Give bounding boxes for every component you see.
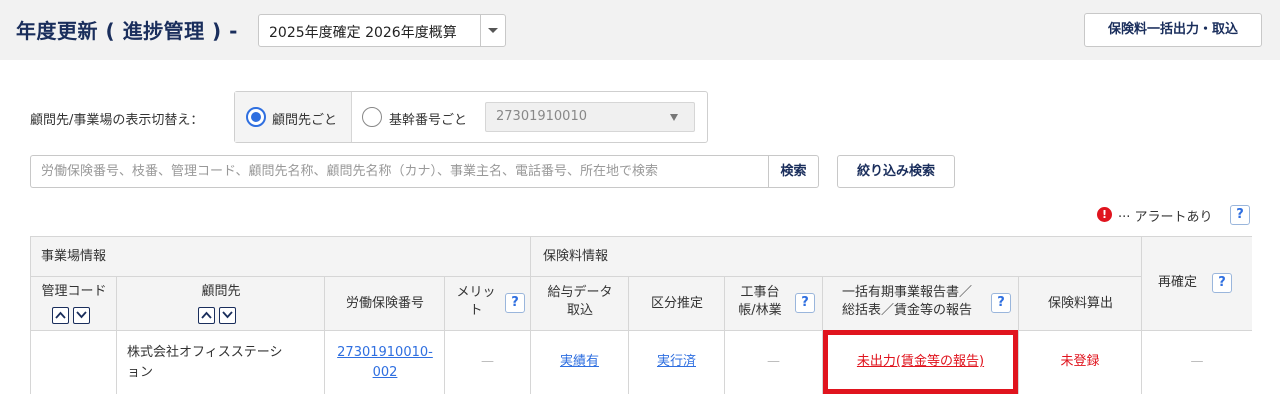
- premium-calc-status[interactable]: 未登録: [1060, 354, 1099, 369]
- chevron-down-icon: [222, 311, 233, 319]
- search-input[interactable]: [30, 155, 769, 188]
- labor-insurance-no-link-2[interactable]: 002: [325, 363, 445, 383]
- sort-desc-client-button[interactable]: [219, 307, 236, 324]
- display-switch-group: 顧問先ごと 基幹番号ごと 27301910010: [234, 91, 708, 143]
- chevron-up-icon: [201, 311, 212, 319]
- labor-insurance-no-link-1[interactable]: 27301910010-: [325, 343, 445, 363]
- alert-icon: !: [1097, 207, 1112, 222]
- header-client: 顧問先: [117, 277, 325, 331]
- cell-client: 株式会社オフィスステーシ ョン: [117, 331, 325, 394]
- sort-asc-admin-code-button[interactable]: [52, 307, 69, 324]
- header-report-label-2: 総括表／賃金等の報告: [841, 303, 972, 318]
- header-labor-insurance-no: 労働保険番号: [325, 277, 445, 331]
- sort-desc-admin-code-button[interactable]: [73, 307, 90, 324]
- group-header-premium-info: 保険料情報: [531, 237, 1142, 277]
- header-premium-calc-label: 保険料算出: [1047, 296, 1113, 311]
- chevron-up-icon: [55, 311, 66, 319]
- option-client[interactable]: 顧問先ごと: [235, 92, 352, 142]
- cell-client-name-2: ョン: [127, 365, 154, 380]
- cell-premium-calc: 未登録: [1019, 331, 1142, 394]
- header-category-estimate-label: 区分推定: [650, 296, 703, 311]
- caret-down-icon: [670, 114, 678, 121]
- sort-asc-client-button[interactable]: [198, 307, 215, 324]
- chevron-down-icon: [488, 28, 498, 33]
- cell-salary-data: 実績有: [531, 331, 629, 394]
- cell-reconfirm: —: [1142, 331, 1252, 394]
- page-header: 年度更新 ( 進捗管理 ) - 2025年度確定 2026年度概算 保険料一括出…: [0, 0, 1280, 60]
- filter-search-button[interactable]: 絞り込み検索: [837, 155, 955, 188]
- fiscal-year-select-value: 2025年度確定 2026年度概算: [269, 25, 457, 41]
- header-construction-label-2: 帳/林業: [738, 303, 782, 318]
- page-title: 年度更新 ( 進捗管理 ) -: [16, 19, 238, 43]
- header-merit: メリッ ト ?: [445, 277, 531, 331]
- salary-data-link[interactable]: 実績有: [560, 354, 599, 369]
- header-salary-data-label-1: 給与データ: [547, 285, 613, 300]
- progress-table: 事業場情報 保険料情報 再確定 ? 管理コード 顧問先 労働保険番号 メリッ ト…: [30, 236, 1252, 394]
- header-reconfirm-label: 再確定: [1158, 275, 1198, 290]
- category-estimate-link[interactable]: 実行済: [657, 354, 696, 369]
- header-category-estimate: 区分推定: [629, 277, 725, 331]
- fiscal-year-dropdown-toggle[interactable]: [480, 15, 505, 46]
- group-header-office-info-label: 事業場情報: [41, 249, 107, 264]
- cell-category-estimate: 実行済: [629, 331, 725, 394]
- base-number-select-value: 27301910010: [496, 109, 587, 124]
- fiscal-year-select[interactable]: 2025年度確定 2026年度概算: [258, 14, 506, 47]
- chevron-down-icon: [76, 311, 87, 319]
- search-button[interactable]: 検索: [768, 155, 819, 188]
- header-client-label: 顧問先: [201, 284, 241, 299]
- cell-labor-insurance-no: 27301910010- 002: [325, 331, 445, 394]
- merit-help-icon[interactable]: ?: [505, 293, 525, 313]
- display-switch-label: 顧問先/事業場の表示切替え：: [30, 113, 204, 128]
- reconfirm-help-icon[interactable]: ?: [1212, 273, 1232, 293]
- cell-construction: —: [725, 331, 823, 394]
- option-client-label: 顧問先ごと: [272, 113, 338, 128]
- construction-help-icon[interactable]: ?: [795, 293, 815, 313]
- bulk-premium-export-import-button[interactable]: 保険料一括出力・取込: [1084, 13, 1262, 47]
- header-labor-insurance-no-label: 労働保険番号: [345, 296, 424, 311]
- cell-merit: —: [445, 331, 531, 394]
- header-construction: 工事台 帳/林業 ?: [725, 277, 823, 331]
- header-reconfirm: 再確定 ?: [1142, 237, 1252, 331]
- header-report-label-1: 一括有期事業報告書／: [841, 285, 972, 300]
- cell-client-name-1: 株式会社オフィスステーシ: [127, 345, 283, 360]
- group-header-office-info: 事業場情報: [31, 237, 531, 277]
- base-number-select[interactable]: 27301910010: [485, 102, 695, 132]
- header-report: 一括有期事業報告書／ 総括表／賃金等の報告 ?: [823, 277, 1019, 331]
- header-premium-calc: 保険料算出: [1019, 277, 1142, 331]
- alert-legend-text: ··· アラートあり: [1118, 210, 1213, 225]
- header-merit-label-1: メリッ: [456, 285, 496, 300]
- header-salary-data: 給与データ 取込: [531, 277, 629, 331]
- report-help-icon[interactable]: ?: [991, 293, 1011, 313]
- report-cell-highlight: [823, 330, 1018, 394]
- option-base-number-label: 基幹番号ごと: [389, 113, 468, 128]
- header-admin-code-label: 管理コード: [41, 284, 107, 299]
- header-salary-data-label-2: 取込: [566, 303, 593, 318]
- group-header-premium-info-label: 保険料情報: [543, 249, 609, 264]
- header-admin-code: 管理コード: [31, 277, 117, 331]
- header-construction-label-1: 工事台: [740, 285, 780, 300]
- header-merit-label-2: ト: [469, 303, 483, 318]
- radio-client-selected[interactable]: [246, 107, 266, 127]
- cell-admin-code: [31, 331, 117, 394]
- radio-base-number[interactable]: [362, 107, 382, 127]
- alert-help-icon[interactable]: ?: [1230, 205, 1250, 225]
